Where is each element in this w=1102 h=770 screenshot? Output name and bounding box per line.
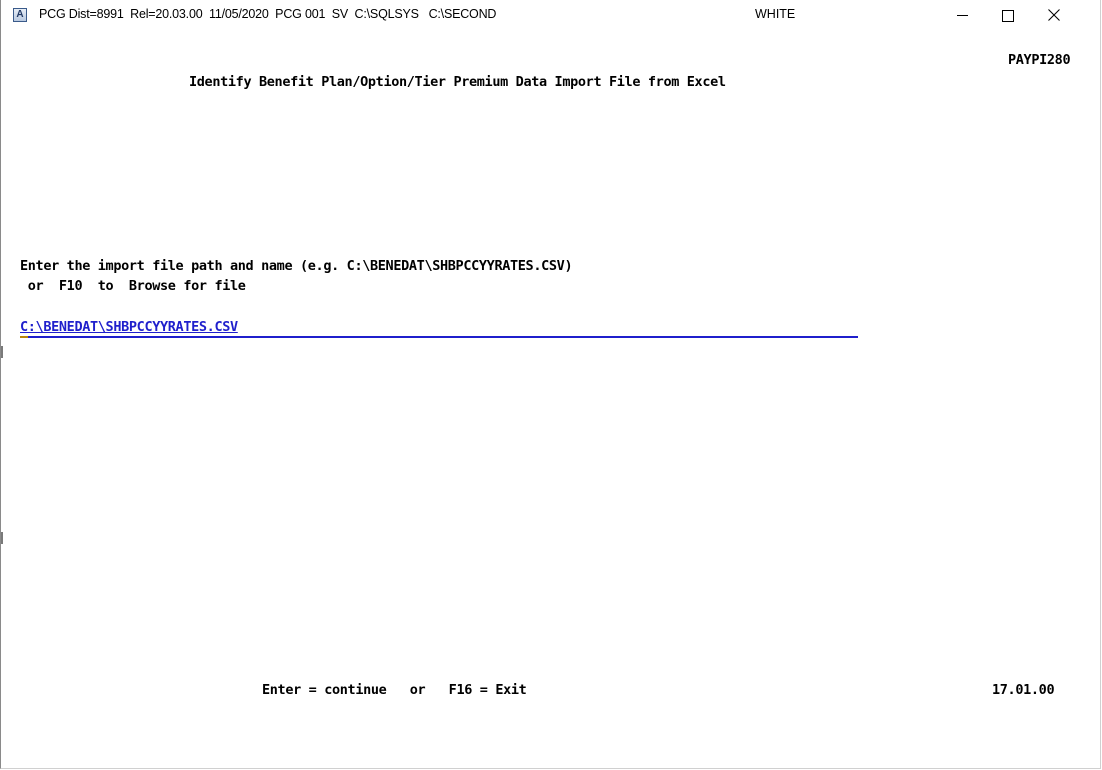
close-button[interactable] [1031, 0, 1077, 30]
minimize-button[interactable] [939, 0, 985, 30]
maximize-icon [1002, 10, 1014, 22]
app-icon[interactable]: A [13, 8, 27, 22]
window-user: WHITE [755, 7, 796, 21]
prompt-browse-hint: or F10 to Browse for file [20, 278, 246, 294]
maximize-button[interactable] [985, 0, 1031, 30]
title-bar[interactable]: A PCG Dist=8991 Rel=20.03.00 11/05/2020 … [1, 0, 1100, 30]
window-title: PCG Dist=8991 Rel=20.03.00 11/05/2020 PC… [39, 7, 497, 21]
program-id: PAYPI280 [1008, 52, 1071, 68]
prompt-instruction: Enter the import file path and name (e.g… [20, 258, 573, 274]
screen-title: Identify Benefit Plan/Option/Tier Premiu… [189, 74, 726, 90]
gutter-mark [1, 532, 3, 544]
import-file-path-input[interactable] [20, 318, 858, 338]
footer-keys: Enter = continue or F16 = Exit [262, 682, 527, 698]
minimize-icon [957, 15, 968, 16]
text-cursor [20, 336, 28, 338]
terminal-window: A PCG Dist=8991 Rel=20.03.00 11/05/2020 … [0, 0, 1101, 769]
close-icon [1048, 9, 1060, 21]
gutter-mark [1, 346, 3, 358]
screen-time: 17.01.00 [992, 682, 1055, 698]
